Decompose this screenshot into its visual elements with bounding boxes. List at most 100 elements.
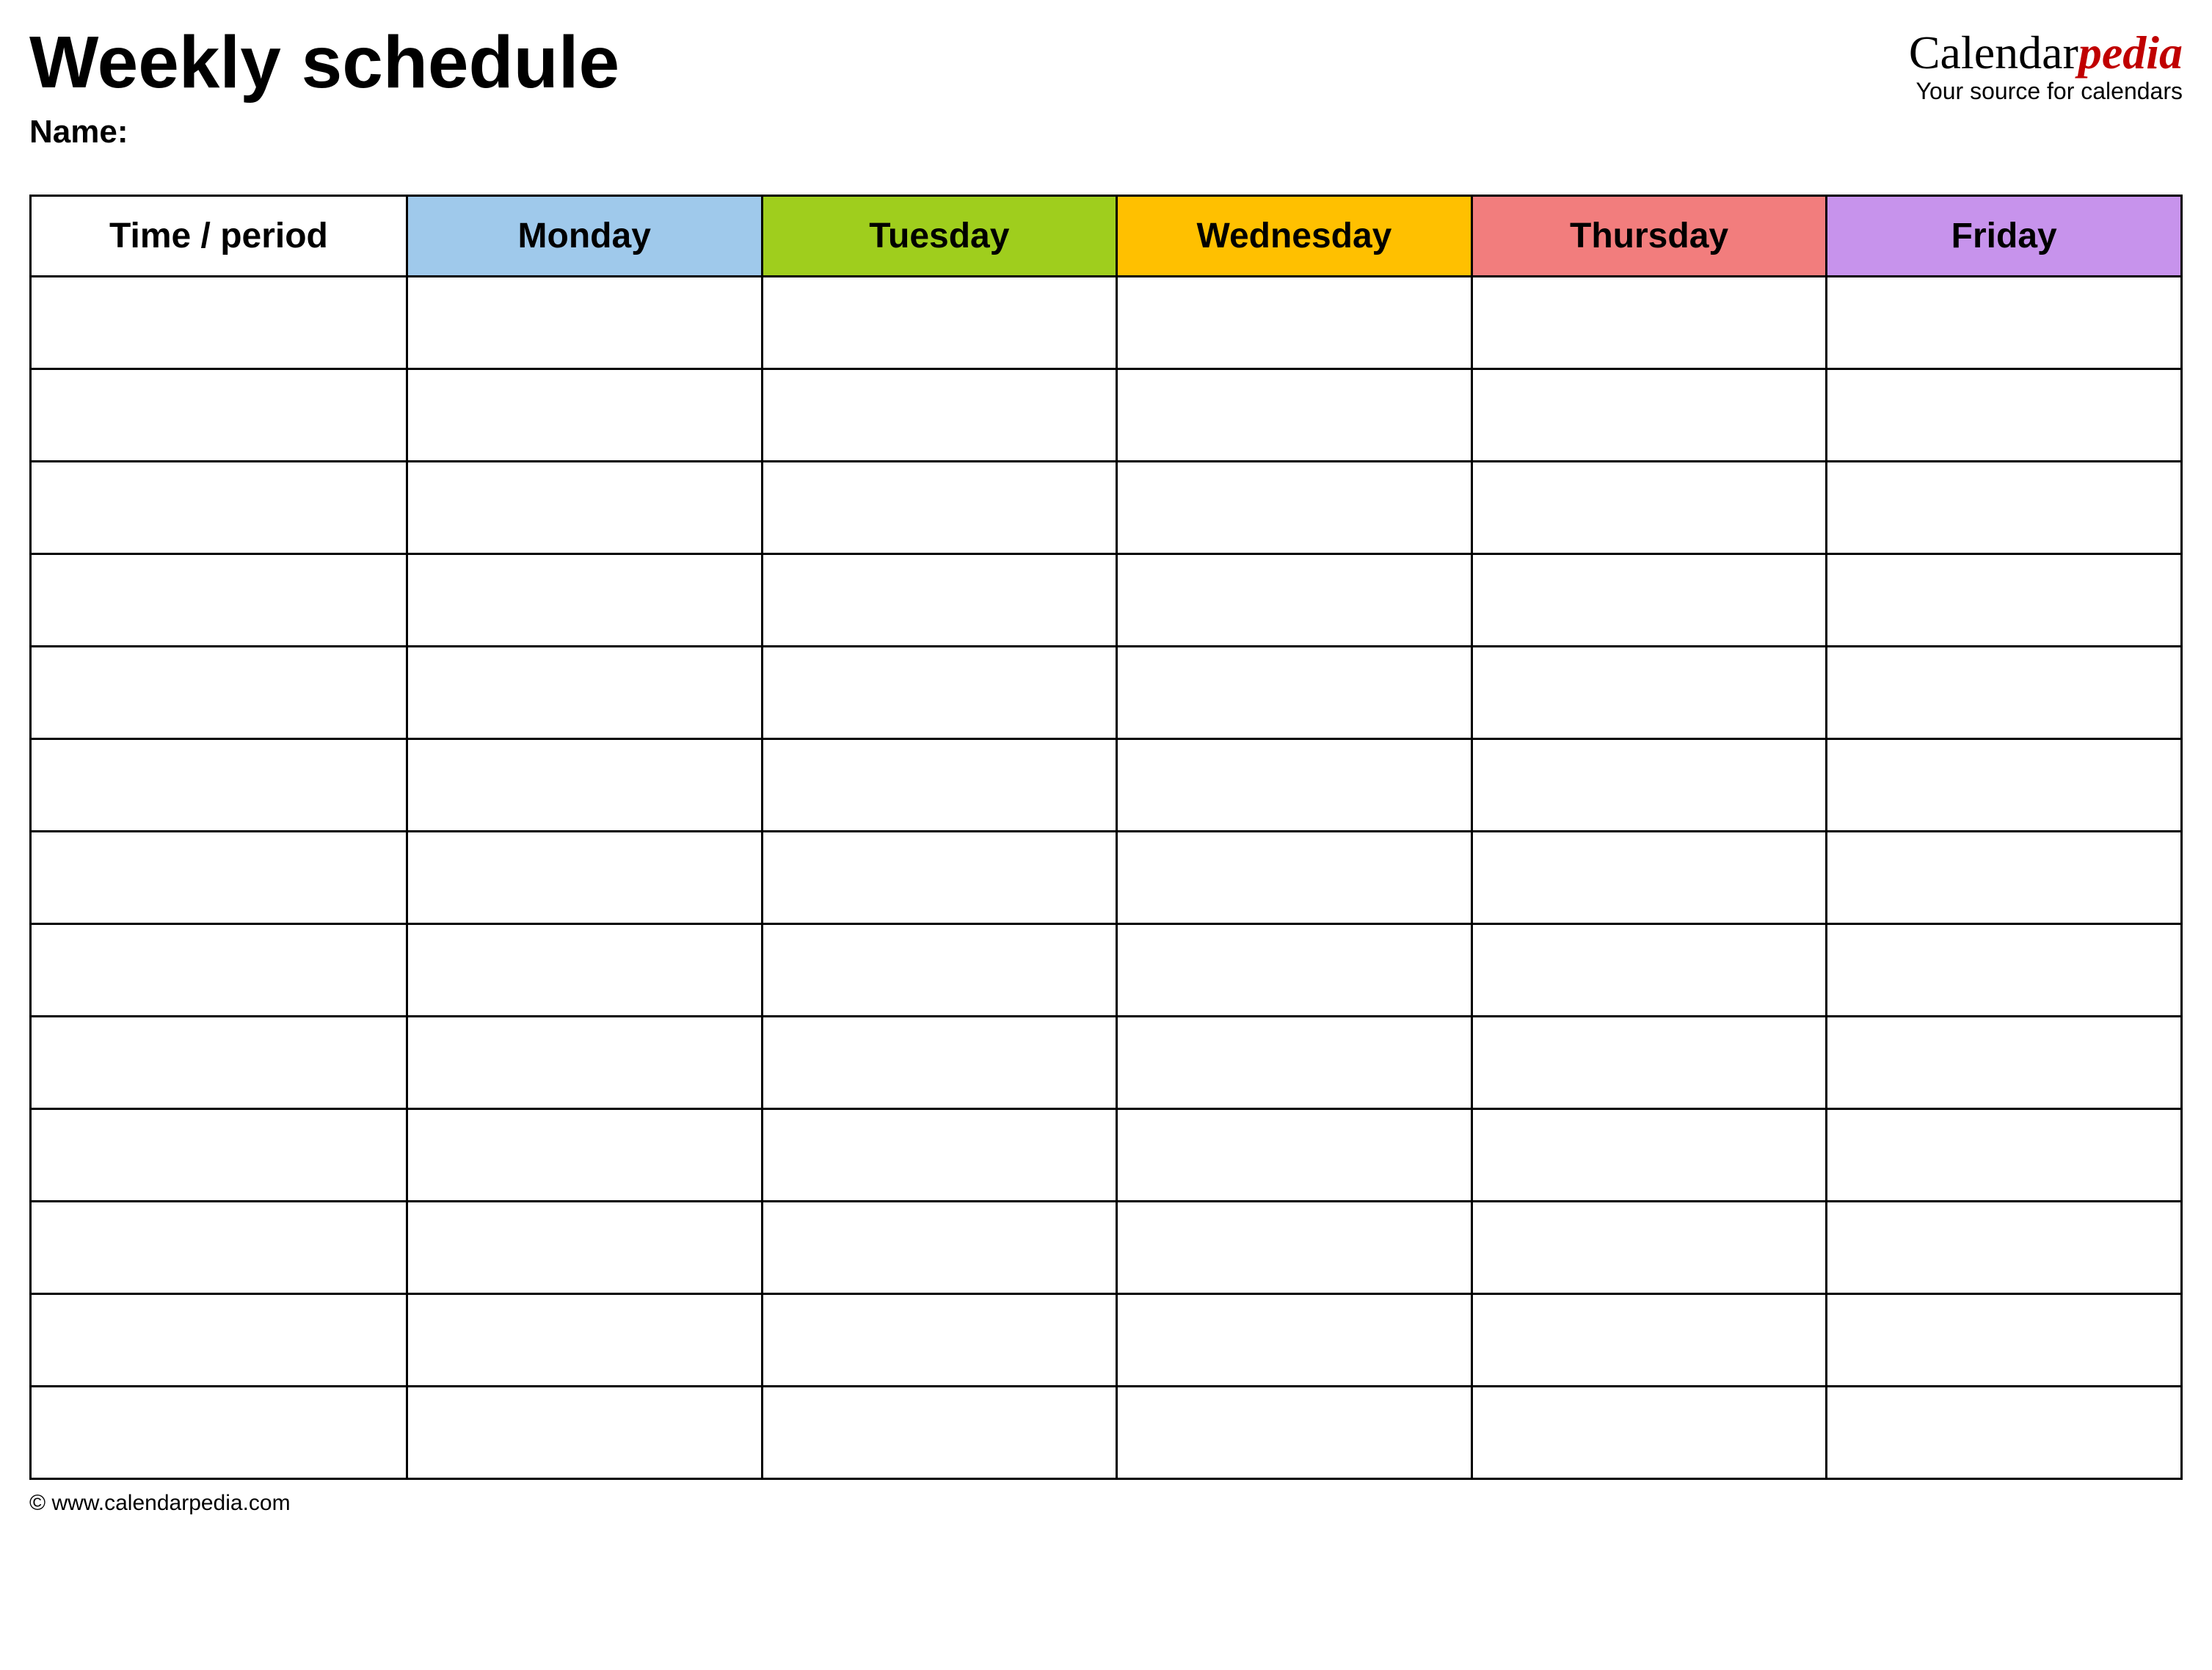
table-cell[interactable] xyxy=(407,647,762,739)
table-cell[interactable] xyxy=(407,832,762,924)
table-cell[interactable] xyxy=(1117,554,1472,647)
table-cell[interactable] xyxy=(407,369,762,462)
table-cell[interactable] xyxy=(1827,832,2182,924)
table-cell[interactable] xyxy=(1827,1387,2182,1479)
table-cell[interactable] xyxy=(31,739,407,832)
column-header-thu: Thursday xyxy=(1471,196,1827,277)
table-cell[interactable] xyxy=(407,277,762,369)
table-cell[interactable] xyxy=(31,369,407,462)
title-block: Weekly schedule Name: xyxy=(29,22,619,150)
table-cell[interactable] xyxy=(1117,1387,1472,1479)
table-cell[interactable] xyxy=(407,1202,762,1294)
table-cell[interactable] xyxy=(762,554,1117,647)
table-cell[interactable] xyxy=(762,1387,1117,1479)
table-cell[interactable] xyxy=(1471,1387,1827,1479)
column-header-mon: Monday xyxy=(407,196,762,277)
table-cell[interactable] xyxy=(1117,1294,1472,1387)
table-cell[interactable] xyxy=(1827,462,2182,554)
table-cell[interactable] xyxy=(407,554,762,647)
table-cell[interactable] xyxy=(1827,1017,2182,1109)
table-cell[interactable] xyxy=(1827,554,2182,647)
table-cell[interactable] xyxy=(1827,277,2182,369)
table-cell[interactable] xyxy=(1471,369,1827,462)
table-row xyxy=(31,1017,2182,1109)
table-cell[interactable] xyxy=(407,739,762,832)
table-cell[interactable] xyxy=(1827,1294,2182,1387)
table-cell[interactable] xyxy=(31,277,407,369)
table-cell[interactable] xyxy=(1827,739,2182,832)
table-cell[interactable] xyxy=(762,739,1117,832)
table-cell[interactable] xyxy=(1117,1202,1472,1294)
table-cell[interactable] xyxy=(31,1109,407,1202)
table-cell[interactable] xyxy=(31,924,407,1017)
brand-name-part1: Calendar xyxy=(1909,26,2078,79)
table-cell[interactable] xyxy=(407,462,762,554)
table-cell[interactable] xyxy=(762,277,1117,369)
table-row xyxy=(31,924,2182,1017)
brand-tagline: Your source for calendars xyxy=(1909,78,2183,105)
table-cell[interactable] xyxy=(1117,739,1472,832)
table-cell[interactable] xyxy=(31,1202,407,1294)
schedule-body xyxy=(31,277,2182,1479)
schedule-table: Time / period Monday Tuesday Wednesday T… xyxy=(29,195,2183,1480)
table-cell[interactable] xyxy=(1471,462,1827,554)
table-cell[interactable] xyxy=(407,1109,762,1202)
table-cell[interactable] xyxy=(762,369,1117,462)
table-row xyxy=(31,1202,2182,1294)
table-cell[interactable] xyxy=(762,832,1117,924)
table-cell[interactable] xyxy=(1117,1017,1472,1109)
table-cell[interactable] xyxy=(31,1387,407,1479)
document-header: Weekly schedule Name: Calendarpedia Your… xyxy=(29,22,2183,150)
table-cell[interactable] xyxy=(1827,647,2182,739)
brand-name: Calendarpedia xyxy=(1909,29,2183,76)
footer-copyright: © www.calendarpedia.com xyxy=(29,1491,2183,1516)
table-cell[interactable] xyxy=(1827,369,2182,462)
table-row xyxy=(31,1294,2182,1387)
table-row xyxy=(31,462,2182,554)
column-header-fri: Friday xyxy=(1827,196,2182,277)
table-cell[interactable] xyxy=(31,832,407,924)
table-cell[interactable] xyxy=(1117,924,1472,1017)
table-cell[interactable] xyxy=(1117,832,1472,924)
table-cell[interactable] xyxy=(407,924,762,1017)
table-cell[interactable] xyxy=(1471,1202,1827,1294)
table-cell[interactable] xyxy=(31,554,407,647)
table-cell[interactable] xyxy=(1827,1109,2182,1202)
table-cell[interactable] xyxy=(1117,462,1472,554)
table-row xyxy=(31,647,2182,739)
table-row xyxy=(31,369,2182,462)
table-cell[interactable] xyxy=(1471,554,1827,647)
table-cell[interactable] xyxy=(1117,647,1472,739)
table-cell[interactable] xyxy=(762,1017,1117,1109)
table-cell[interactable] xyxy=(1117,369,1472,462)
table-cell[interactable] xyxy=(407,1387,762,1479)
table-cell[interactable] xyxy=(407,1294,762,1387)
table-cell[interactable] xyxy=(1117,1109,1472,1202)
table-cell[interactable] xyxy=(1471,924,1827,1017)
table-row xyxy=(31,1387,2182,1479)
table-row xyxy=(31,277,2182,369)
table-cell[interactable] xyxy=(762,1202,1117,1294)
table-cell[interactable] xyxy=(1471,1017,1827,1109)
table-cell[interactable] xyxy=(1471,1294,1827,1387)
table-cell[interactable] xyxy=(1471,832,1827,924)
table-cell[interactable] xyxy=(762,924,1117,1017)
table-cell[interactable] xyxy=(1471,739,1827,832)
table-cell[interactable] xyxy=(1117,277,1472,369)
table-cell[interactable] xyxy=(31,462,407,554)
table-cell[interactable] xyxy=(31,1017,407,1109)
table-cell[interactable] xyxy=(1471,1109,1827,1202)
table-cell[interactable] xyxy=(1471,647,1827,739)
table-cell[interactable] xyxy=(1827,924,2182,1017)
table-cell[interactable] xyxy=(762,1294,1117,1387)
table-cell[interactable] xyxy=(407,1017,762,1109)
table-cell[interactable] xyxy=(1471,277,1827,369)
table-cell[interactable] xyxy=(1827,1202,2182,1294)
table-cell[interactable] xyxy=(762,462,1117,554)
table-cell[interactable] xyxy=(762,647,1117,739)
brand-block: Calendarpedia Your source for calendars xyxy=(1909,22,2183,105)
table-cell[interactable] xyxy=(31,647,407,739)
table-cell[interactable] xyxy=(31,1294,407,1387)
table-cell[interactable] xyxy=(762,1109,1117,1202)
name-label: Name: xyxy=(29,114,619,150)
